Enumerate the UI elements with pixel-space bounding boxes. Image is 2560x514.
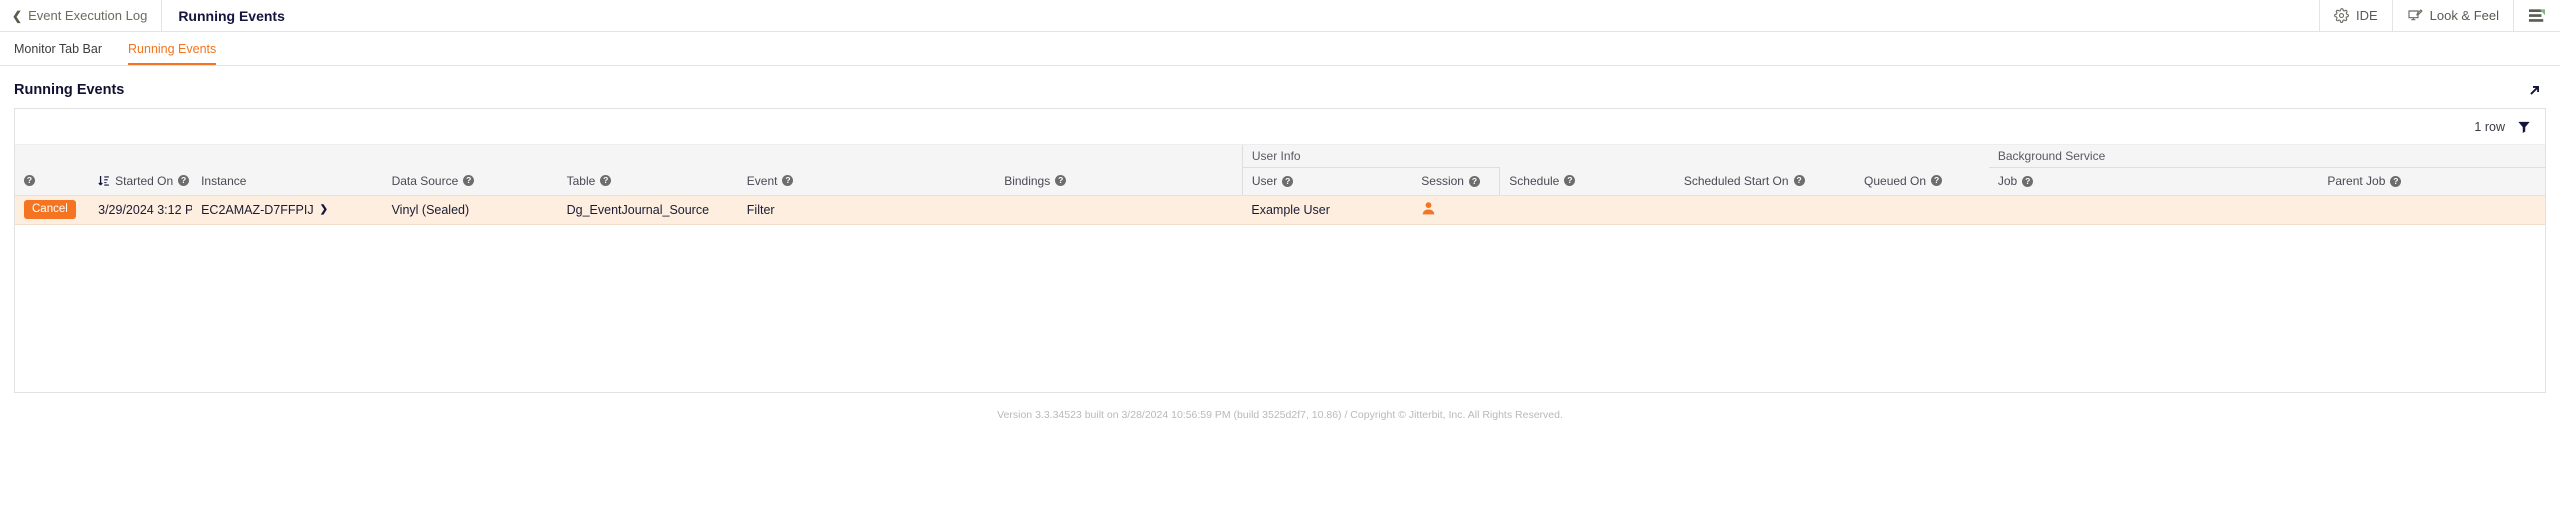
cell-bindings bbox=[995, 195, 1243, 225]
ide-label: IDE bbox=[2355, 8, 2378, 23]
cell-instance: EC2AMAZ-D7FFPIJ ❯ bbox=[192, 195, 383, 225]
column-header-job[interactable]: Job ? bbox=[1988, 167, 2319, 196]
column-header-bindings[interactable]: Bindings ? bbox=[995, 167, 1243, 196]
column-header-label: Started On bbox=[115, 173, 174, 188]
column-header-event[interactable]: Event ? bbox=[737, 167, 996, 196]
column-header-label: Bindings bbox=[1004, 173, 1051, 188]
chevron-left-icon: ❮ bbox=[12, 8, 23, 23]
monitor-edit-icon bbox=[2407, 8, 2423, 24]
help-icon[interactable]: ? bbox=[600, 175, 612, 187]
cell-data-source: Vinyl (Sealed) bbox=[382, 195, 558, 225]
expand-arrow-icon[interactable] bbox=[2527, 83, 2542, 98]
column-header-session[interactable]: Session ? bbox=[1412, 167, 1500, 196]
sort-descending-icon[interactable] bbox=[98, 175, 110, 187]
cell-started-on: 3/29/2024 3:12 PM bbox=[89, 195, 193, 225]
cell-scheduled-start-on bbox=[1674, 195, 1856, 225]
look-and-feel-label: Look & Feel bbox=[2429, 8, 2499, 23]
top-bar-spacer bbox=[301, 0, 2319, 31]
help-icon[interactable]: ? bbox=[1793, 175, 1805, 187]
column-header-label: Event bbox=[746, 173, 778, 188]
column-header-started-on[interactable]: Started On ? bbox=[89, 167, 193, 196]
column-header-queued-on[interactable]: Queued On ? bbox=[1855, 167, 1989, 196]
cell-schedule bbox=[1499, 195, 1675, 225]
grid-group-header-row: User Info Background Service bbox=[15, 145, 2545, 168]
column-header-user[interactable]: User ? bbox=[1241, 167, 1413, 196]
column-header-label: Instance bbox=[201, 173, 247, 188]
row-count-label: 1 row bbox=[2474, 119, 2505, 134]
chevron-right-icon[interactable]: ❯ bbox=[320, 204, 328, 215]
tab-monitor-tab-bar[interactable]: Monitor Tab Bar bbox=[14, 42, 102, 65]
group-background-service: Background Service bbox=[1988, 145, 2545, 168]
top-bar-right: IDE Look & Feel bbox=[2318, 0, 2560, 31]
back-link-label: Event Execution Log bbox=[28, 8, 148, 23]
help-icon[interactable]: ? bbox=[1468, 175, 1480, 187]
column-header-data-source[interactable]: Data Source ? bbox=[382, 167, 558, 196]
section-header: Running Events bbox=[0, 66, 2560, 108]
help-icon[interactable]: ? bbox=[178, 175, 190, 187]
cell-event: Filter bbox=[737, 195, 996, 225]
group-spacer-left bbox=[15, 145, 1243, 167]
column-header-scheduled-start-on[interactable]: Scheduled Start On ? bbox=[1674, 167, 1856, 196]
cell-session bbox=[1412, 195, 1500, 225]
help-icon[interactable]: ? bbox=[1564, 175, 1576, 187]
column-header-label: Schedule bbox=[1509, 173, 1560, 188]
help-icon[interactable]: ? bbox=[1931, 175, 1943, 187]
tab-running-events[interactable]: Running Events bbox=[128, 42, 217, 65]
cell-parent-job bbox=[2318, 195, 2545, 225]
hamburger-menu-icon bbox=[2528, 8, 2546, 24]
cell-action: Cancel bbox=[15, 195, 90, 225]
help-icon[interactable]: ? bbox=[1055, 175, 1067, 187]
back-to-event-execution-log-link[interactable]: ❮ Event Execution Log bbox=[0, 0, 163, 31]
filter-icon[interactable] bbox=[2517, 120, 2531, 134]
help-icon[interactable]: ? bbox=[2390, 175, 2402, 187]
column-header-table[interactable]: Table ? bbox=[557, 167, 738, 196]
column-header-parent-job[interactable]: Parent Job ? bbox=[2318, 167, 2545, 196]
footer-version-text: Version 3.3.34523 built on 3/28/2024 10:… bbox=[997, 409, 1563, 421]
column-header-schedule[interactable]: Schedule ? bbox=[1499, 167, 1675, 196]
cancel-button[interactable]: Cancel bbox=[24, 199, 76, 220]
user-person-icon[interactable] bbox=[1421, 201, 1436, 219]
grid-toolbar: 1 row bbox=[15, 109, 2545, 145]
help-icon[interactable]: ? bbox=[24, 175, 35, 187]
column-header-label: Session bbox=[1421, 174, 1464, 188]
gear-icon bbox=[2334, 8, 2349, 23]
page-title: Running Events bbox=[178, 7, 285, 24]
help-icon[interactable]: ? bbox=[782, 175, 794, 187]
group-user-info: User Info bbox=[1241, 145, 1500, 168]
ide-button[interactable]: IDE bbox=[2318, 0, 2392, 31]
top-bar-left: ❮ Event Execution Log Running Events bbox=[0, 0, 301, 31]
cell-job bbox=[1988, 195, 2319, 225]
cell-user: Example User bbox=[1242, 195, 1413, 225]
section-title: Running Events bbox=[14, 82, 125, 98]
column-header-label: Table bbox=[566, 173, 596, 188]
running-events-grid: User Info Background Service ? Started O… bbox=[15, 145, 2545, 225]
grid-header-row: ? Started On ? Instance Data Source ? Ta… bbox=[15, 167, 2545, 196]
column-header-label: User bbox=[1251, 174, 1278, 188]
column-header-label: Data Source bbox=[391, 173, 459, 188]
cell-table: Dg_EventJournal_Source bbox=[557, 195, 738, 225]
help-icon[interactable]: ? bbox=[1282, 175, 1294, 187]
column-header-label: Scheduled Start On bbox=[1683, 173, 1789, 188]
table-row[interactable]: Cancel 3/29/2024 3:12 PM EC2AMAZ-D7FFPIJ… bbox=[15, 195, 2545, 225]
monitor-tab-bar: Monitor Tab Bar Running Events bbox=[0, 32, 2560, 66]
group-spacer-mid bbox=[1499, 145, 1989, 167]
main-menu-button[interactable] bbox=[2513, 0, 2560, 31]
column-header-label: Parent Job bbox=[2327, 174, 2386, 188]
column-header-label: Queued On bbox=[1864, 173, 1927, 188]
help-icon[interactable]: ? bbox=[463, 175, 475, 187]
column-header-action[interactable]: ? bbox=[15, 167, 90, 196]
running-events-panel: 1 row User Info Background Service ? Sta… bbox=[14, 108, 2546, 393]
cell-queued-on bbox=[1855, 195, 1989, 225]
top-bar: ❮ Event Execution Log Running Events IDE bbox=[0, 0, 2560, 32]
column-header-instance[interactable]: Instance bbox=[192, 167, 383, 196]
look-and-feel-button[interactable]: Look & Feel bbox=[2391, 0, 2513, 31]
column-header-label: Job bbox=[1997, 174, 2018, 188]
instance-value: EC2AMAZ-D7FFPIJ bbox=[201, 202, 314, 217]
help-icon[interactable]: ? bbox=[2022, 175, 2034, 187]
